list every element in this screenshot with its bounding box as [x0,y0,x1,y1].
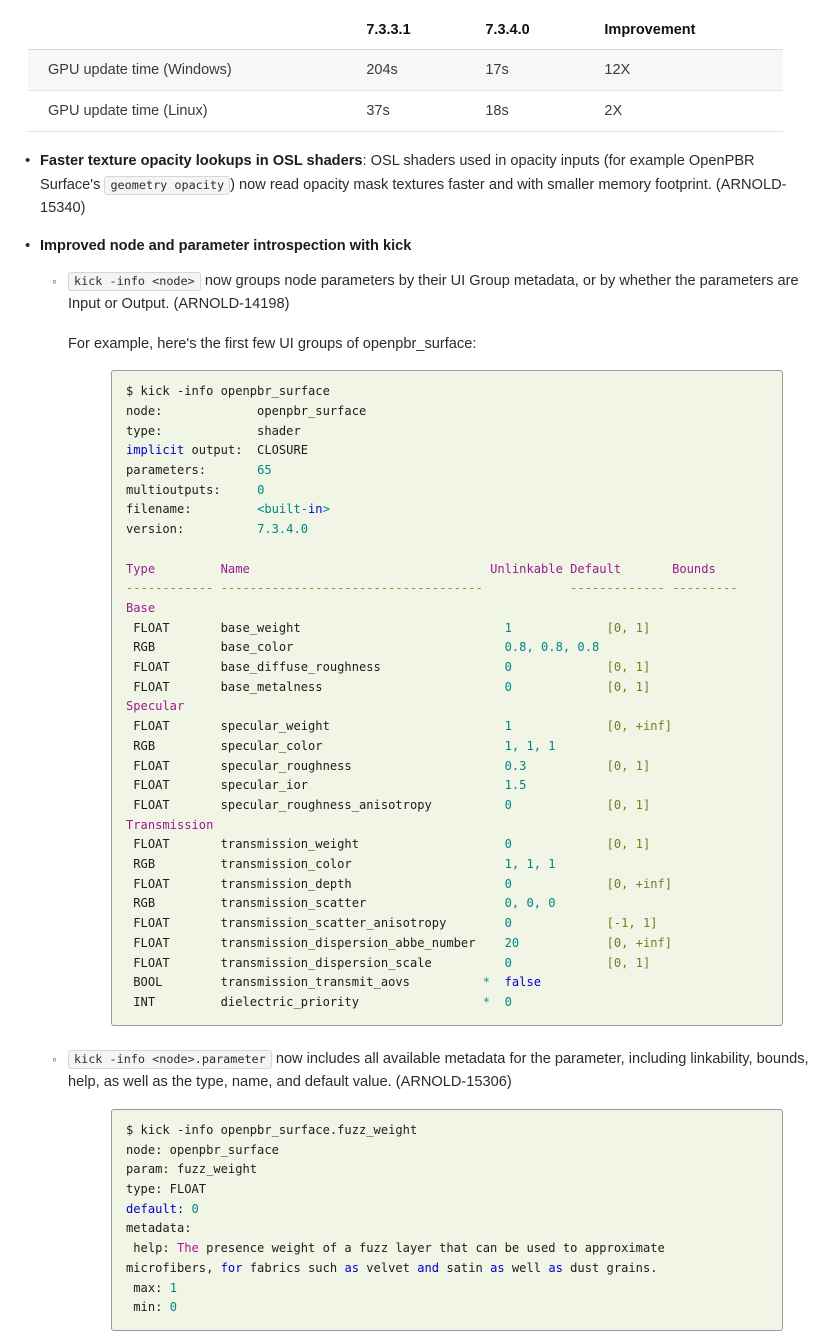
code-block-fuzz-weight: $ kick -info openpbr_surface.fuzz_weight… [111,1108,783,1331]
inline-code-kick-info-node: kick -info <node> [68,271,201,291]
table-row: GPU update time (Windows) 204s 17s 12X [28,49,783,91]
example-intro-text: For example, here's the first few UI gro… [68,335,477,352]
column-header-improvement: Improvement [596,16,783,50]
cell-7340-windows: 17s [477,49,597,91]
table-body: GPU update time (Windows) 204s 17s 12X G… [28,49,783,132]
code-block-openpbr-surface: $ kick -info openpbr_surface node: openp… [111,370,783,1026]
cell-metric-windows: GPU update time (Windows) [28,49,359,91]
code-block-1-content: $ kick -info openpbr_surface node: openp… [126,382,768,1013]
table-header-row: 7.3.3.1 7.3.4.0 Improvement [28,16,783,50]
release-notes-page: 7.3.3.1 7.3.4.0 Improvement GPU update t… [0,0,813,1331]
inline-code-kick-info-parameter: kick -info <node>.parameter [68,1049,272,1069]
cell-7331-linux: 37s [358,90,478,132]
code-1-body: $ kick -info openpbr_surface node: openp… [126,384,738,1009]
table-row: GPU update time (Linux) 37s 18s 2X [28,90,783,132]
sublist-item-kick-info-parameter: kick -info <node>.parameter now includes… [52,1048,813,1331]
cell-metric-linux: GPU update time (Linux) [28,90,359,132]
gpu-performance-table: 7.3.3.1 7.3.4.0 Improvement GPU update t… [28,16,783,132]
release-notes-list: Faster texture opacity lookups in OSL sh… [0,149,813,1331]
perf-table-container: 7.3.3.1 7.3.4.0 Improvement GPU update t… [0,0,813,132]
introspection-title: Improved node and parameter introspectio… [40,237,412,254]
sublist-item-kick-info-node: kick -info <node> now groups node parame… [52,270,813,1026]
list-item-opacity-lookups: Faster texture opacity lookups in OSL sh… [25,149,813,221]
cell-7340-linux: 18s [477,90,597,132]
code-block-2-content: $ kick -info openpbr_surface.fuzz_weight… [126,1121,768,1318]
cell-improvement-windows: 12X [596,49,783,91]
cell-7331-windows: 204s [358,49,478,91]
list-item-introspection: Improved node and parameter introspectio… [25,234,813,1331]
column-header-version-7340: 7.3.4.0 [477,16,597,50]
column-header-version-7331: 7.3.3.1 [358,16,478,50]
code-2-body: $ kick -info openpbr_surface.fuzz_weight… [126,1122,665,1315]
cell-improvement-linux: 2X [596,90,783,132]
column-header-metric [28,16,359,50]
inline-code-geometry-opacity: geometry opacity [104,175,231,195]
table-head: 7.3.3.1 7.3.4.0 Improvement [28,16,783,50]
opacity-lookups-title: Faster texture opacity lookups in OSL sh… [40,153,363,169]
introspection-sublist: kick -info <node> now groups node parame… [40,270,813,1331]
